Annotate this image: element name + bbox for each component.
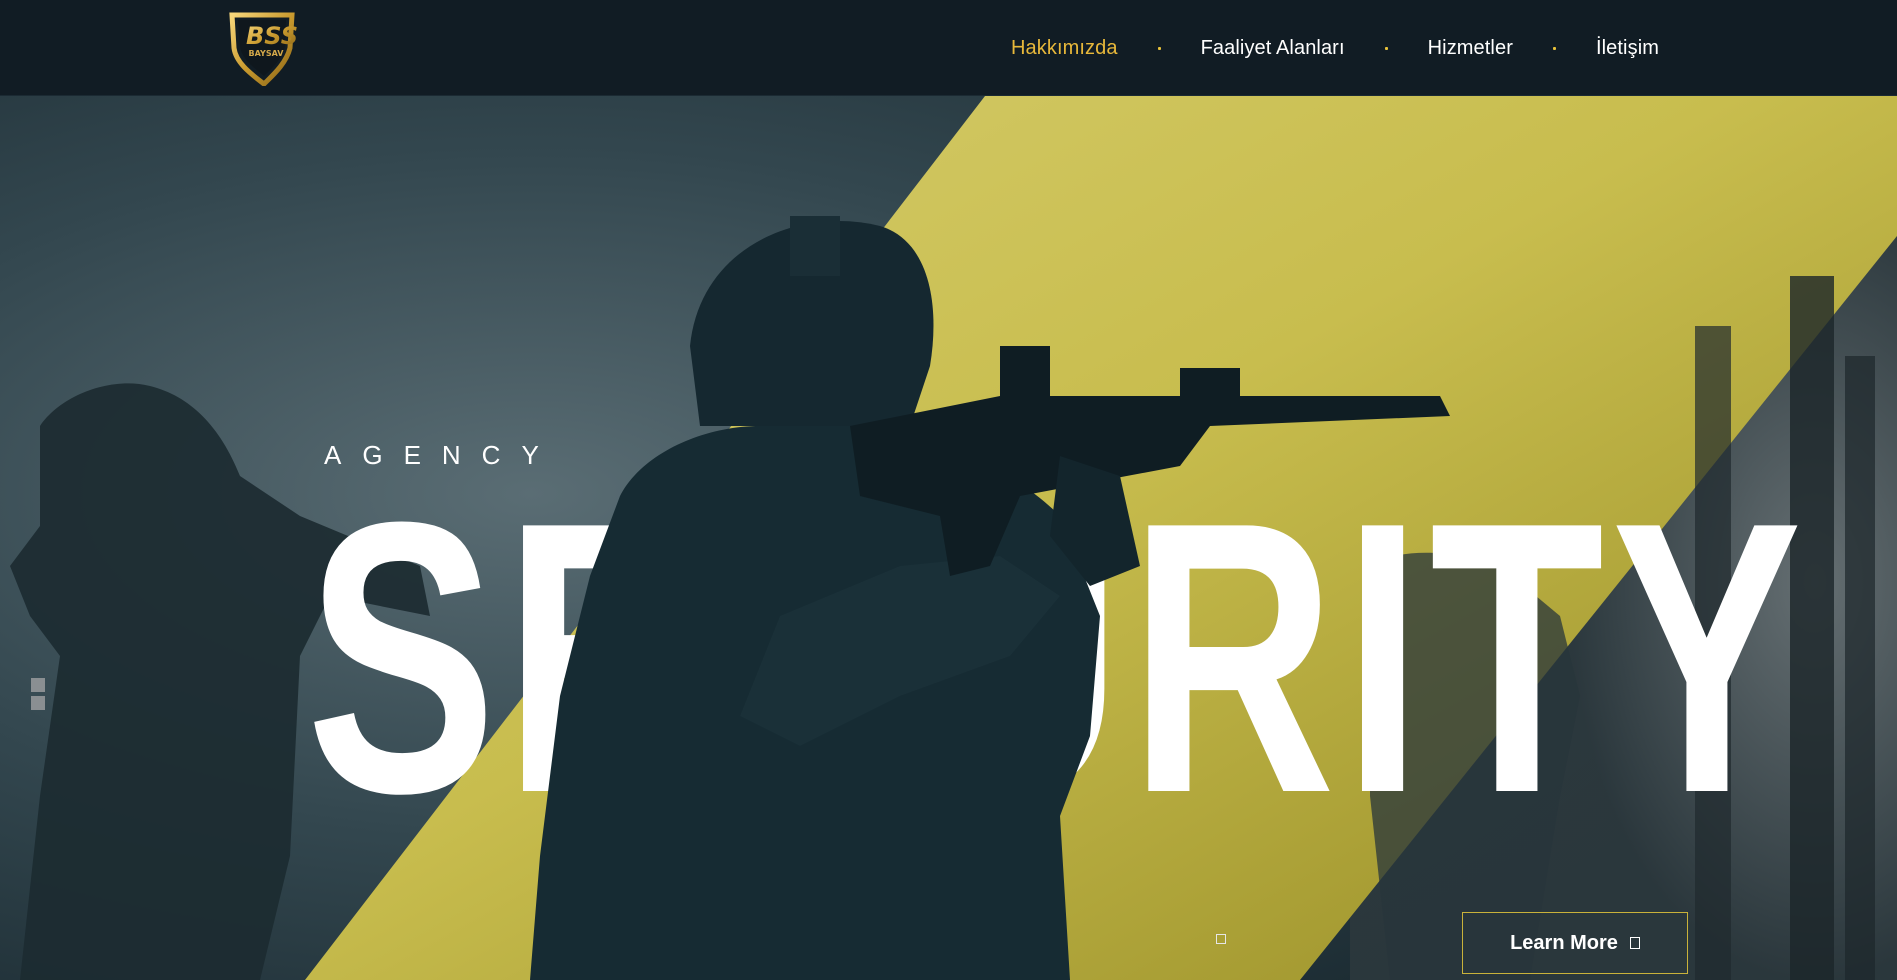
logo[interactable]: BSS BAYSAV [228, 12, 316, 88]
nav-item-faaliyet-alanlari[interactable]: Faaliyet Alanları [1201, 37, 1345, 60]
site-header: BSS BAYSAV Hakkımızda Faaliyet Alanları … [0, 0, 1897, 96]
learn-more-button[interactable]: Learn More [1462, 912, 1688, 974]
nav-item-hizmetler[interactable]: Hizmetler [1428, 37, 1513, 60]
nav-item-iletisim[interactable]: İletişim [1596, 37, 1659, 60]
learn-more-label: Learn More [1510, 931, 1618, 954]
svg-text:BSS: BSS [246, 22, 298, 50]
hero-kicker: AGENCY [324, 440, 560, 470]
nav-separator [1157, 46, 1161, 50]
main-nav: Hakkımızda Faaliyet Alanları Hizmetler İ… [1011, 0, 1659, 96]
slider-dots-icon[interactable] [31, 678, 45, 714]
slider-dot[interactable] [31, 678, 45, 692]
slider-dot[interactable] [31, 696, 45, 710]
nav-separator [1552, 46, 1556, 50]
hero-section: AGENCY SECURITY Learn More [0, 96, 1897, 980]
hero-headline: SECURITY [306, 442, 1810, 873]
slide-indicator-icon[interactable] [1216, 934, 1226, 944]
square-arrow-icon [1629, 937, 1640, 949]
nav-separator [1384, 46, 1388, 50]
shield-logo-icon: BSS BAYSAV [229, 12, 298, 88]
svg-text:BAYSAV: BAYSAV [249, 49, 285, 58]
nav-item-hakkimizda[interactable]: Hakkımızda [1011, 37, 1118, 60]
